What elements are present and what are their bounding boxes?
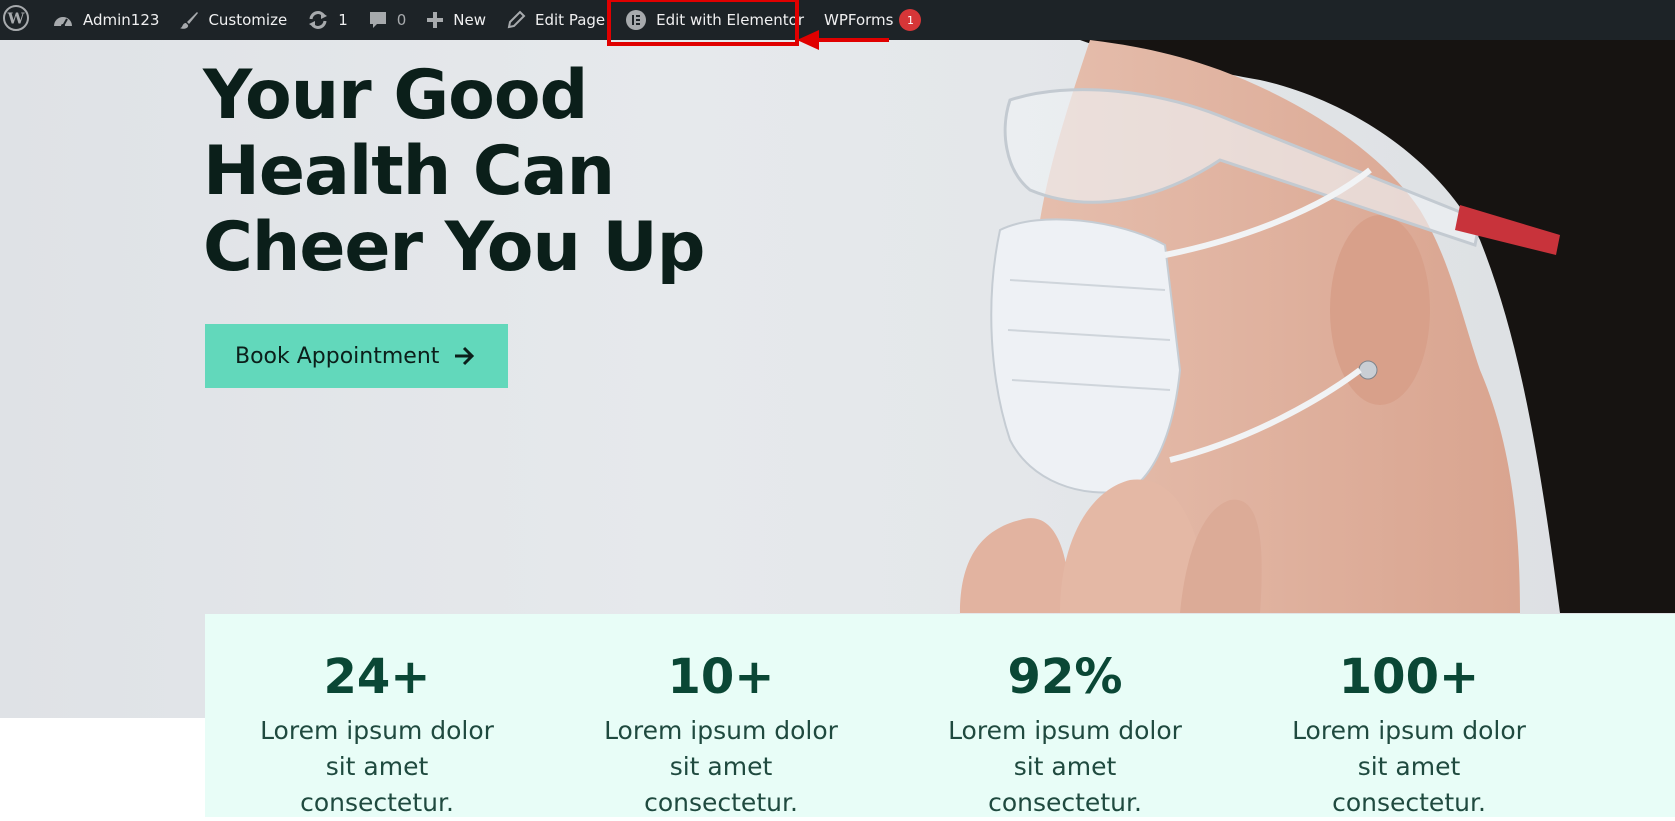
customize-link[interactable]: Customize xyxy=(169,0,297,40)
hero-title-line: Your Good xyxy=(203,56,588,135)
stat-value: 10+ xyxy=(667,649,775,705)
stat-item: 92% Lorem ipsum dolor sit amet consectet… xyxy=(893,614,1237,817)
dashboard-icon xyxy=(52,10,74,30)
edit-page-link[interactable]: Edit Page xyxy=(496,0,615,40)
notification-badge: 1 xyxy=(899,9,922,31)
comment-icon xyxy=(368,10,388,30)
annotation-arrow xyxy=(797,30,889,50)
stat-label: Lorem ipsum dolor sit amet consectetur. xyxy=(260,716,494,817)
site-name-menu[interactable]: Admin123 xyxy=(42,0,169,40)
updates-link[interactable]: 1 xyxy=(297,0,358,40)
hero-title-line: Health Can xyxy=(203,132,615,211)
stat-item: 24+ Lorem ipsum dolor sit amet consectet… xyxy=(205,614,549,817)
wordpress-menu[interactable]: W xyxy=(0,0,42,40)
wordpress-logo-icon: W xyxy=(2,4,30,36)
customize-label: Customize xyxy=(208,11,288,29)
hero-title: Your Good Health Can Cheer You Up xyxy=(203,56,705,287)
book-appointment-label: Book Appointment xyxy=(235,343,440,369)
stat-label: Lorem ipsum dolor sit amet consectetur. xyxy=(948,716,1182,817)
plus-icon xyxy=(426,11,444,29)
svg-text:W: W xyxy=(7,10,26,28)
comments-count: 0 xyxy=(396,11,407,29)
stats-panel: 24+ Lorem ipsum dolor sit amet consectet… xyxy=(205,614,1675,817)
edit-page-label: Edit Page xyxy=(535,11,606,29)
brush-icon xyxy=(179,10,199,30)
book-appointment-button[interactable]: Book Appointment xyxy=(205,324,508,388)
stat-value: 100+ xyxy=(1338,649,1480,705)
stat-label: Lorem ipsum dolor sit amet consectetur. xyxy=(604,716,838,817)
hero-title-line: Cheer You Up xyxy=(203,208,705,287)
stat-item: 10+ Lorem ipsum dolor sit amet consectet… xyxy=(549,614,893,817)
updates-icon xyxy=(307,10,329,30)
stat-label: Lorem ipsum dolor sit amet consectetur. xyxy=(1292,716,1526,817)
stat-value: 24+ xyxy=(323,649,431,705)
stat-value: 92% xyxy=(1007,649,1123,705)
wpforms-label: WPForms xyxy=(824,11,894,29)
updates-count: 1 xyxy=(338,11,348,29)
new-label: New xyxy=(453,11,486,29)
pencil-icon xyxy=(506,10,526,30)
highlight-annotation xyxy=(607,0,799,46)
stat-item: 100+ Lorem ipsum dolor sit amet consecte… xyxy=(1237,614,1581,817)
arrow-right-icon xyxy=(453,346,475,366)
new-content-menu[interactable]: New xyxy=(416,0,496,40)
site-name-label: Admin123 xyxy=(83,11,160,29)
hero-photo xyxy=(960,40,1675,613)
comments-link[interactable]: 0 xyxy=(358,0,417,40)
